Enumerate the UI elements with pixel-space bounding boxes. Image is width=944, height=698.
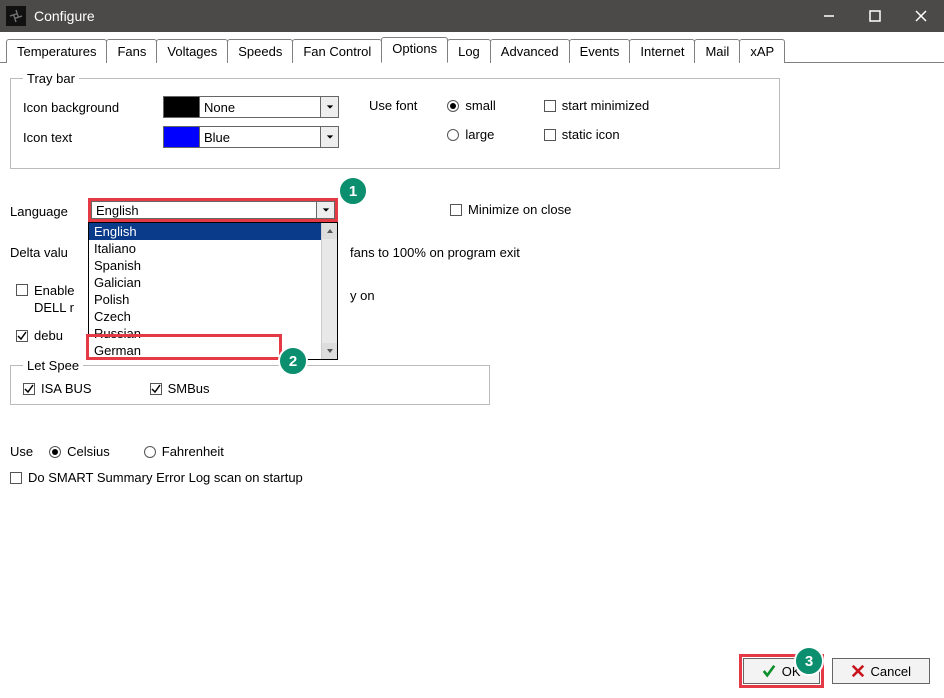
- maximize-button[interactable]: [852, 0, 898, 32]
- font-large-label: large: [465, 127, 494, 142]
- options-panel: Tray bar Icon background Icon text: [0, 63, 944, 185]
- debug-checkbox[interactable]: debu: [16, 328, 63, 343]
- minimize-on-close-checkbox[interactable]: Minimize on close: [450, 202, 571, 217]
- fahrenheit-label: Fahrenheit: [162, 444, 224, 459]
- smart-scan-checkbox[interactable]: Do SMART Summary Error Log scan on start…: [10, 470, 303, 485]
- scroll-up-icon[interactable]: [322, 223, 337, 239]
- chevron-down-icon[interactable]: [320, 127, 338, 147]
- static-icon-label: static icon: [562, 127, 620, 142]
- step-badge-1: 1: [338, 176, 368, 206]
- russian-highlight: [86, 334, 282, 360]
- y-on-label: y on: [350, 286, 375, 305]
- fans-100-label: fans to 100% on program exit: [350, 243, 520, 262]
- tray-bar-legend: Tray bar: [23, 71, 79, 86]
- tab-voltages[interactable]: Voltages: [156, 39, 228, 63]
- isa-bus-checkbox[interactable]: ISA BUS: [23, 381, 92, 396]
- tab-temperatures[interactable]: Temperatures: [6, 39, 107, 63]
- celsius-label: Celsius: [67, 444, 110, 459]
- smart-scan-label: Do SMART Summary Error Log scan on start…: [28, 470, 303, 485]
- icon-bg-swatch: [164, 97, 200, 117]
- language-option-italiano[interactable]: Italiano: [89, 240, 337, 257]
- x-icon: [851, 664, 865, 678]
- language-combo[interactable]: [91, 201, 335, 219]
- dropdown-scrollbar[interactable]: [321, 223, 337, 359]
- enable-dell-line1: Enable: [34, 283, 74, 298]
- enable-dell-checkbox[interactable]: Enable DELL r: [16, 282, 74, 316]
- tab-log[interactable]: Log: [447, 39, 491, 63]
- font-large-radio[interactable]: large: [447, 127, 495, 142]
- check-icon: [762, 664, 776, 678]
- cancel-button-label: Cancel: [871, 664, 911, 679]
- debug-label: debu: [34, 328, 63, 343]
- dialog-button-bar: OK Cancel: [739, 654, 930, 688]
- letspeed-legend: Let Spee: [23, 358, 83, 373]
- chevron-down-icon[interactable]: [316, 202, 334, 218]
- close-button[interactable]: [898, 0, 944, 32]
- use-label: Use: [10, 444, 33, 459]
- chevron-down-icon[interactable]: [320, 97, 338, 117]
- font-small-radio[interactable]: small: [447, 98, 495, 113]
- app-icon: [6, 6, 26, 26]
- tab-speeds[interactable]: Speeds: [227, 39, 293, 63]
- static-icon-checkbox[interactable]: static icon: [544, 127, 649, 142]
- tab-bar: Temperatures Fans Voltages Speeds Fan Co…: [0, 32, 944, 63]
- tab-fans[interactable]: Fans: [106, 39, 157, 63]
- icon-background-combo[interactable]: [163, 96, 339, 118]
- font-small-label: small: [465, 98, 495, 113]
- icon-text-combo[interactable]: [163, 126, 339, 148]
- minimize-on-close-label: Minimize on close: [468, 202, 571, 217]
- language-label: Language: [10, 202, 68, 221]
- celsius-radio[interactable]: Celsius: [49, 444, 110, 459]
- enable-dell-line2: DELL r: [34, 300, 74, 315]
- step-badge-2: 2: [278, 346, 308, 376]
- letspeed-group: Let Spee ISA BUS SMBus: [10, 358, 490, 405]
- tab-fan-control[interactable]: Fan Control: [292, 39, 382, 63]
- language-option-czech[interactable]: Czech: [89, 308, 337, 325]
- smbus-checkbox[interactable]: SMBus: [150, 381, 210, 396]
- scroll-down-icon[interactable]: [322, 343, 337, 359]
- language-option-polish[interactable]: Polish: [89, 291, 337, 308]
- tab-events[interactable]: Events: [569, 39, 631, 63]
- smbus-label: SMBus: [168, 381, 210, 396]
- tab-mail[interactable]: Mail: [694, 39, 740, 63]
- icon-background-label: Icon background: [23, 100, 163, 115]
- tab-internet[interactable]: Internet: [629, 39, 695, 63]
- titlebar: Configure: [0, 0, 944, 32]
- language-option-english[interactable]: English: [89, 223, 337, 240]
- language-combo-highlight: [88, 198, 338, 222]
- tab-options[interactable]: Options: [381, 37, 448, 63]
- start-minimized-label: start minimized: [562, 98, 649, 113]
- icon-text-label: Icon text: [23, 130, 163, 145]
- window-title: Configure: [34, 8, 806, 24]
- tab-advanced[interactable]: Advanced: [490, 39, 570, 63]
- tab-xap[interactable]: xAP: [739, 39, 785, 63]
- minimize-button[interactable]: [806, 0, 852, 32]
- icon-background-input[interactable]: [200, 97, 320, 117]
- language-input[interactable]: [92, 202, 316, 218]
- delta-value-label: Delta valu: [10, 243, 68, 262]
- use-font-label: Use font: [369, 96, 417, 115]
- language-option-spanish[interactable]: Spanish: [89, 257, 337, 274]
- start-minimized-checkbox[interactable]: start minimized: [544, 98, 649, 113]
- step-badge-3: 3: [794, 646, 824, 676]
- icon-text-swatch: [164, 127, 200, 147]
- language-option-galician[interactable]: Galician: [89, 274, 337, 291]
- use-units-row: Use Celsius Fahrenheit: [10, 444, 242, 459]
- tray-bar-group: Tray bar Icon background Icon text: [10, 71, 780, 169]
- cancel-button[interactable]: Cancel: [832, 658, 930, 684]
- icon-text-input[interactable]: [200, 127, 320, 147]
- isa-bus-label: ISA BUS: [41, 381, 92, 396]
- fahrenheit-radio[interactable]: Fahrenheit: [144, 444, 224, 459]
